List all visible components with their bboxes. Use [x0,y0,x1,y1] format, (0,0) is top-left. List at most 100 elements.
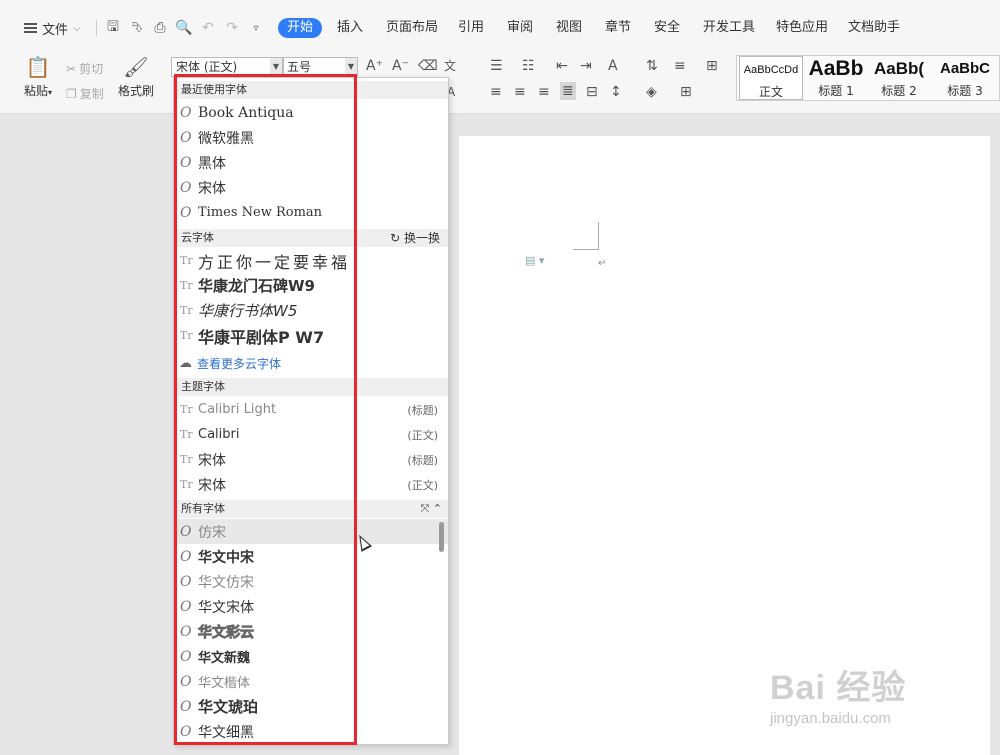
justify-icon[interactable]: ≣ [560,82,576,100]
print-icon[interactable]: ⎙ [150,18,170,38]
paste-button[interactable]: 📋 粘贴▾ [20,56,56,99]
shading-icon[interactable]: ◈ [646,84,657,100]
undo-icon[interactable]: ↶ [198,18,218,38]
tab-chapter[interactable]: 章节 [605,18,631,38]
tab-insert[interactable]: 插入 [337,18,363,38]
font-option[interactable]: O 华文细黑 [174,719,448,744]
text-direction-icon[interactable]: A [608,58,618,74]
style-normal[interactable]: AaBbCcDd 正文 [739,56,803,100]
font-option[interactable]: O 黑体 [174,150,448,175]
align-left-icon[interactable]: ≡ [490,84,502,100]
font-option[interactable]: O 微软雅黑 [174,125,448,150]
shrink-font-icon[interactable]: A⁻ [392,58,409,74]
opentype-font-icon: O [180,723,192,740]
document-page[interactable] [459,136,990,755]
chevron-down-icon[interactable]: ▼ [345,58,357,76]
font-option[interactable]: O Book Antiqua [174,100,448,125]
sort-icon[interactable]: ⇅ [646,58,658,74]
file-menu[interactable]: 文件 ⌵ [24,18,81,38]
tab-special[interactable]: 特色应用 [776,18,828,38]
opentype-font-icon: O [180,598,192,615]
font-option-label: 华文仿宋 [198,574,254,591]
font-option[interactable]: O 华文彩云 [174,619,448,644]
font-size-select[interactable]: 五号 ▼ [283,57,358,77]
align-right-icon[interactable]: ≡ [538,84,550,100]
redo-icon[interactable]: ↷ [222,18,242,38]
style-heading-3[interactable]: AaBbC 标题 3 [932,56,998,100]
font-option[interactable]: O Times New Roman [174,200,448,225]
clear-format-icon[interactable]: ⌫ [418,58,438,74]
font-option-label: 微软雅黑 [198,130,254,147]
opentype-font-icon: O [180,179,192,196]
format-painter-button[interactable]: 🖌 格式刷 [116,56,156,99]
font-option-label: 宋体 [198,180,226,197]
align-center-icon[interactable]: ≡ [514,84,526,100]
copy-button[interactable]: ❐ 复制 [66,85,104,102]
dropdown-scrollbar[interactable] [439,522,444,552]
tab-review[interactable]: 审阅 [507,18,533,38]
font-name-select[interactable]: 宋体 (正文) ▼ [171,57,283,77]
font-option[interactable]: Tr 华康行书体W5 [174,298,448,323]
font-option[interactable]: O 华文中宋 [174,544,448,569]
font-option[interactable]: O 华文仿宋 [174,569,448,594]
brush-icon: 🖌 [123,55,149,79]
copy-icon: ❐ [66,86,77,101]
tab-view[interactable]: 视图 [556,18,582,38]
decrease-indent-icon[interactable]: ⇤ [556,58,568,74]
collapse-icon[interactable]: ⤧ ⌃ [420,500,442,518]
font-option[interactable]: Tr 华康龙门石碑W9 [174,273,448,298]
line-spacing-icon[interactable]: ≡ [674,58,686,74]
increase-indent-icon[interactable]: ⇥ [580,58,592,74]
font-option-label: 仿宋 [198,524,226,541]
font-option[interactable]: Tr 华康平剧体P W7 [174,323,448,348]
numbered-list-icon[interactable]: ☷ [522,58,535,74]
cut-button[interactable]: ✂ 剪切 [66,60,103,77]
bullet-list-icon[interactable]: ☰ [490,58,503,74]
watermark-url: jingyan.baidu.com [770,710,891,727]
clipboard-icon: 📋 [25,55,51,79]
font-option[interactable]: O 宋体 [174,175,448,200]
font-option[interactable]: Tr Calibri (正文) [174,422,448,447]
chevron-down-icon: ⌵ [73,22,81,34]
font-option[interactable]: Tr Calibri Light (标题) [174,397,448,422]
grow-font-icon[interactable]: A⁺ [366,58,383,74]
font-option[interactable]: O 华文楷体 [174,669,448,694]
style-heading-1[interactable]: AaBb 标题 1 [805,56,867,100]
phonetic-guide-icon[interactable]: 文 [444,58,456,74]
customize-toolbar-icon[interactable]: ▿ [246,18,266,38]
font-option-label: 华文新魏 [198,651,251,666]
borders-icon[interactable]: ⊞ [680,84,692,100]
refresh-button[interactable]: ↻ 换一换 [390,229,440,247]
font-option-label: Times New Roman [198,205,323,220]
font-role-tag: (标题) [407,403,438,417]
style-heading-2[interactable]: AaBb( 标题 2 [868,56,930,100]
style-sample: AaBb( [873,59,925,78]
print-preview-icon[interactable]: 🔍 [174,18,194,38]
font-option-label: 华文琥珀 [198,698,259,716]
table-icon[interactable]: ⊞ [706,58,718,74]
font-option[interactable]: O 仿宋 [174,519,448,544]
font-option[interactable]: O 华文新魏 [174,644,448,669]
tab-doc-assistant[interactable]: 文档助手 [848,18,900,38]
tab-page-layout[interactable]: 页面布局 [386,18,438,38]
truetype-font-icon: Tr [180,304,193,317]
font-option[interactable]: O 华文琥珀 [174,694,448,719]
tab-home[interactable]: 开始 [278,18,323,38]
font-option[interactable]: Tr 宋体 (正文) [174,472,448,497]
distributed-icon[interactable]: ⊟ [586,84,598,100]
font-option[interactable]: Tr 宋体 (标题) [174,447,448,472]
paragraph-mark: ↵ [598,258,607,269]
chevron-down-icon[interactable]: ▼ [270,58,282,76]
save-icon[interactable]: 🖫 [103,18,123,38]
tab-security[interactable]: 安全 [654,18,680,38]
theme-fonts-header: 主题字体 [174,378,448,396]
paste-options-icon[interactable]: ▤ ▾ [525,254,544,267]
font-option[interactable]: O 华文宋体 [174,594,448,619]
paragraph-spacing-icon[interactable]: ↕ [610,84,622,100]
refresh-icon: ↻ [390,231,401,245]
font-option[interactable]: Tr 方正你一定要幸福 [174,248,448,273]
export-icon[interactable]: ⮷ [127,18,147,38]
tab-references[interactable]: 引用 [458,18,484,38]
tab-developer[interactable]: 开发工具 [703,18,755,38]
more-cloud-fonts-link[interactable]: ☁ 查看更多云字体 [174,351,448,376]
